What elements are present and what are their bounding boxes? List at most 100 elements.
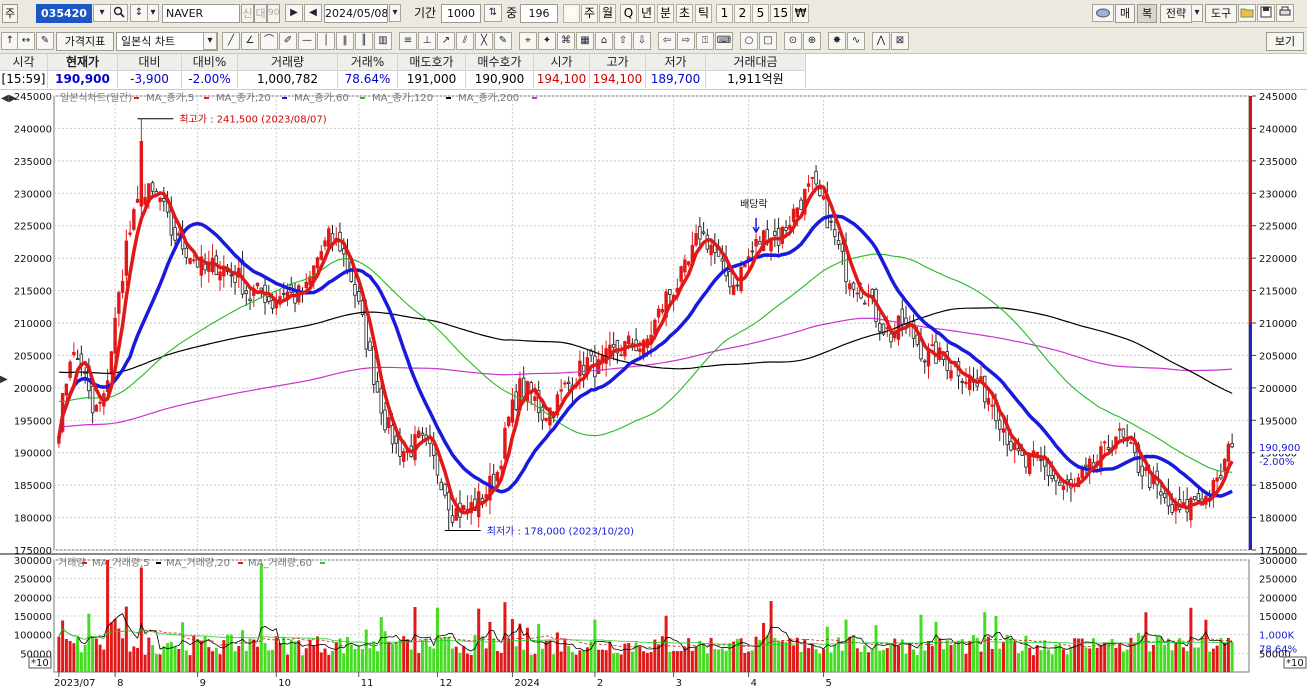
volume-bar bbox=[705, 653, 709, 672]
search-icon[interactable] bbox=[110, 4, 128, 22]
volume-bar bbox=[450, 648, 454, 672]
period-15[interactable]: 15 bbox=[770, 4, 791, 23]
candle-body bbox=[510, 399, 515, 423]
period-spin-icon[interactable]: ⇅ bbox=[484, 4, 502, 22]
cloud-icon[interactable] bbox=[1092, 4, 1114, 22]
shift-right-icon[interactable]: ⇨ bbox=[677, 32, 695, 50]
jung-input[interactable]: 196 bbox=[520, 4, 558, 23]
period-quarter[interactable]: Q bbox=[620, 4, 637, 23]
draw-icon[interactable]: ✎ bbox=[494, 32, 512, 50]
strategy-dropdown-icon[interactable]: ▾ bbox=[1191, 4, 1203, 22]
wave-icon[interactable]: ∿ bbox=[847, 32, 865, 50]
stock-name-field[interactable]: NAVER bbox=[162, 4, 240, 23]
stock-code-input[interactable]: 035420 bbox=[36, 4, 92, 23]
volume-bar bbox=[956, 640, 960, 672]
period-year[interactable]: 년 bbox=[638, 4, 655, 23]
compound-button[interactable]: 복 bbox=[1137, 4, 1157, 23]
price-indicator-button[interactable]: 가격지표 bbox=[56, 32, 114, 51]
volume-bar bbox=[1069, 646, 1073, 672]
candle-body bbox=[791, 208, 796, 222]
candle-body bbox=[135, 198, 140, 203]
keyboard-icon[interactable]: ⌨ bbox=[715, 32, 733, 50]
peak-icon[interactable]: ⋀ bbox=[872, 32, 890, 50]
home-icon[interactable]: ⌂ bbox=[595, 32, 613, 50]
next-play-icon[interactable]: ▶ bbox=[285, 4, 303, 22]
volume-bar bbox=[788, 638, 792, 672]
period-input[interactable]: 1000 bbox=[441, 4, 481, 23]
cycle-icon[interactable]: ╳ bbox=[475, 32, 493, 50]
price-axis-label-right: 240000 bbox=[1259, 124, 1297, 135]
channel-icon[interactable]: ║ bbox=[355, 32, 373, 50]
volume-bar bbox=[724, 650, 728, 672]
period-5[interactable]: 5 bbox=[752, 4, 769, 23]
period-month[interactable]: 월 bbox=[599, 4, 616, 23]
margin-toggle[interactable]: 90 bbox=[267, 4, 280, 23]
date-dropdown-icon[interactable]: ▾ bbox=[389, 4, 401, 22]
edit-icon[interactable]: ✎ bbox=[36, 32, 54, 50]
crosshair-icon[interactable]: ⊕ bbox=[803, 32, 821, 50]
credit-toggle[interactable]: 신 bbox=[241, 4, 254, 23]
market-type-select[interactable]: 주 bbox=[2, 4, 18, 23]
arc-icon[interactable]: ⌒ bbox=[260, 32, 278, 50]
view-button[interactable]: 보기 bbox=[1266, 32, 1304, 51]
table-icon[interactable]: ▦ bbox=[576, 32, 594, 50]
volume-bar bbox=[799, 652, 803, 672]
date-field[interactable]: 2024/05/08 bbox=[324, 4, 388, 23]
volume-bar bbox=[1065, 654, 1069, 672]
period-day[interactable]: 일 bbox=[563, 4, 580, 23]
code-dropdown-icon[interactable]: ▾ bbox=[93, 4, 111, 22]
print-icon[interactable] bbox=[1276, 4, 1294, 22]
angle-line-icon[interactable]: ∠ bbox=[241, 32, 259, 50]
delete-icon[interactable]: ⊠ bbox=[891, 32, 909, 50]
rectangle-icon[interactable]: □ bbox=[759, 32, 777, 50]
volume-bar bbox=[151, 645, 155, 672]
volume-bar bbox=[885, 648, 889, 672]
strategy-button[interactable]: 전략 bbox=[1160, 4, 1192, 23]
candle-body bbox=[983, 375, 987, 403]
parallel-lines-icon[interactable]: ‖ bbox=[336, 32, 354, 50]
shift-up-icon[interactable]: ⇧ bbox=[614, 32, 632, 50]
history-dropdown-icon[interactable]: ▾ bbox=[147, 4, 159, 22]
star-icon[interactable]: ✦ bbox=[538, 32, 556, 50]
prev-play-icon[interactable]: ◀ bbox=[304, 4, 322, 22]
fibonacci-icon[interactable]: ≡ bbox=[399, 32, 417, 50]
burst-icon[interactable]: ✸ bbox=[828, 32, 846, 50]
horizontal-line-icon[interactable]: — bbox=[298, 32, 316, 50]
cross-line-icon[interactable]: ⊥ bbox=[418, 32, 436, 50]
period-tick[interactable]: 틱 bbox=[695, 4, 712, 23]
command-icon[interactable]: ⌘ bbox=[557, 32, 575, 50]
move-horizontal-icon[interactable]: ↔ bbox=[17, 32, 35, 50]
marker-icon[interactable]: ⍐ bbox=[696, 32, 714, 50]
volume-bar bbox=[1208, 651, 1212, 672]
pointer-icon[interactable]: ⌖ bbox=[519, 32, 537, 50]
shift-left-icon[interactable]: ⇦ bbox=[658, 32, 676, 50]
period-week[interactable]: 주 bbox=[581, 4, 598, 23]
candle-body bbox=[248, 298, 252, 301]
save-icon[interactable] bbox=[1257, 4, 1275, 22]
circle-icon[interactable]: ○ bbox=[740, 32, 758, 50]
period-2[interactable]: 2 bbox=[734, 4, 751, 23]
buy-button[interactable]: 매 bbox=[1115, 4, 1135, 23]
fan-icon[interactable]: ⫽ bbox=[456, 32, 474, 50]
target-icon[interactable]: ⊙ bbox=[784, 32, 802, 50]
folder-icon[interactable] bbox=[1238, 4, 1256, 22]
period-second[interactable]: 초 bbox=[676, 4, 693, 23]
pen-icon[interactable]: ✐ bbox=[279, 32, 297, 50]
volume-bar bbox=[597, 649, 601, 672]
ray-icon[interactable]: ↗ bbox=[437, 32, 455, 50]
grid-icon[interactable]: ▥ bbox=[374, 32, 392, 50]
candle-body bbox=[323, 240, 327, 247]
loan-toggle[interactable]: 대 bbox=[254, 4, 267, 23]
trendline-icon[interactable]: ╱ bbox=[222, 32, 240, 50]
volume-bar bbox=[207, 647, 211, 672]
price-legend-item: 일본식차트(일간) bbox=[60, 92, 132, 104]
vertical-line-icon[interactable]: │ bbox=[317, 32, 335, 50]
period-1[interactable]: 1 bbox=[716, 4, 733, 23]
price-volume-chart[interactable]: ◀▶▶245000 245000240000 240000235000 2350002… bbox=[0, 90, 1307, 690]
tools-button[interactable]: 도구 bbox=[1205, 4, 1237, 23]
shift-down-icon[interactable]: ⇩ bbox=[633, 32, 651, 50]
period-minute[interactable]: 분 bbox=[657, 4, 674, 23]
chart-type-dropdown-icon[interactable]: ▾ bbox=[203, 32, 217, 50]
sort-updown-icon[interactable]: ↕ bbox=[130, 4, 148, 22]
period-won[interactable]: ₩ bbox=[792, 4, 809, 23]
